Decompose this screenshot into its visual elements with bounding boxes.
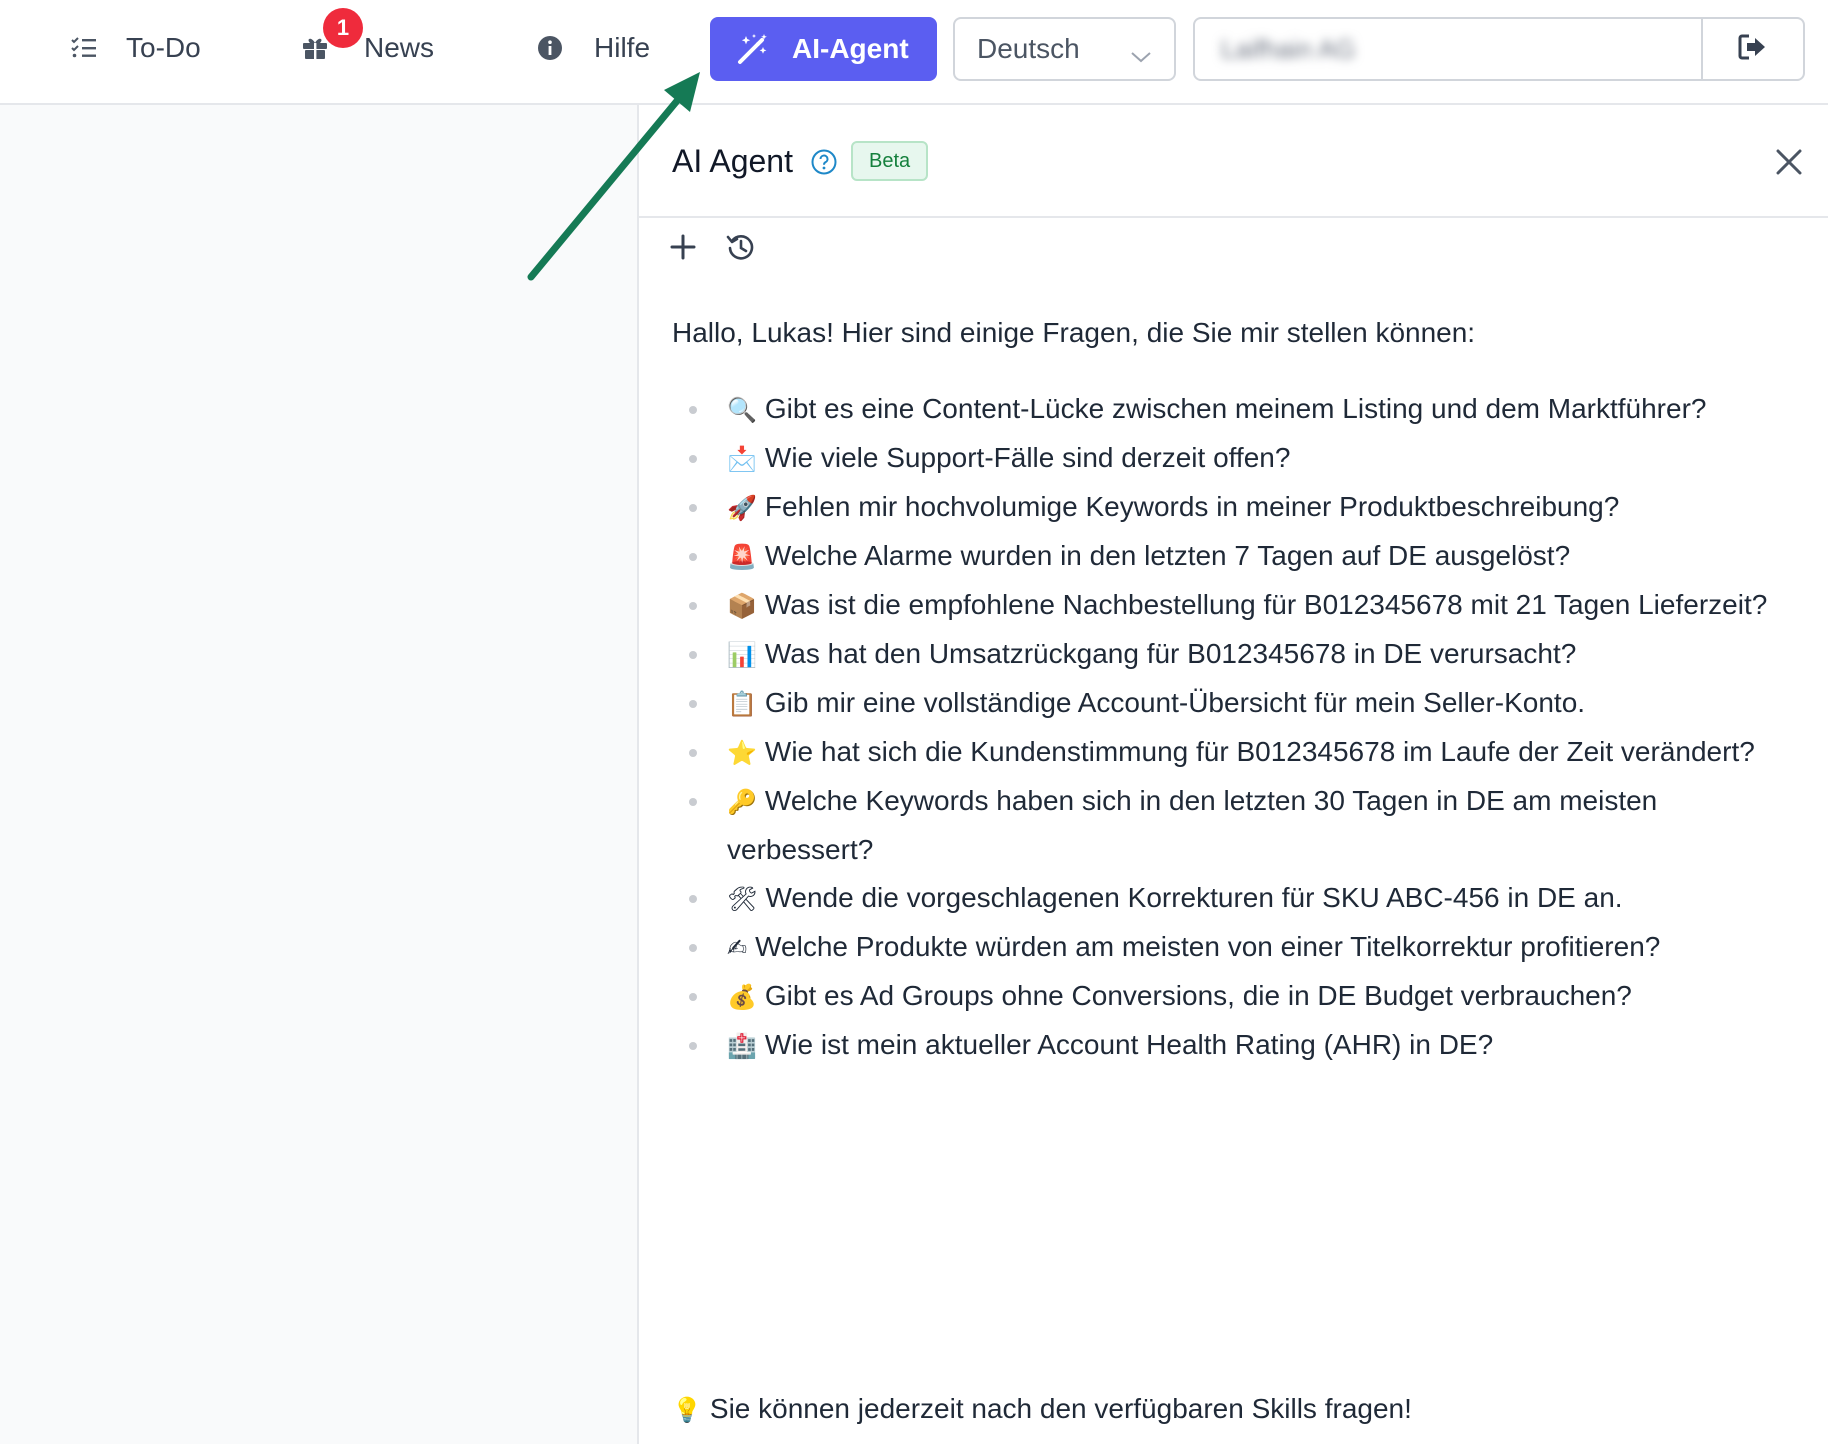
suggestion-text: Welche Alarme wurden in den letzten 7 Ta… (764, 540, 1571, 571)
magic-wand-icon (736, 32, 770, 66)
suggestion-item[interactable]: 🛠 Wende die vorgeschlagenen Korrekturen f… (639, 874, 1828, 923)
chevron-down-icon (1130, 39, 1152, 71)
suggestion-item[interactable]: 📩 Wie viele Support-Fälle sind derzeit of… (639, 434, 1828, 483)
suggestion-emoji-icon: ⭐ (727, 739, 757, 767)
history-icon (726, 235, 754, 260)
news-notification-badge: 1 (323, 8, 363, 48)
main-content-area (0, 105, 637, 1444)
greeting-text: Hallo, Lukas! Hier sind einige Fragen, d… (672, 317, 1476, 348)
suggestion-text: Gib mir eine vollständige Account-Übersi… (764, 687, 1586, 718)
suggestion-item[interactable]: 🔑 Welche Keywords haben sich in den letzt… (639, 777, 1828, 874)
suggestion-text: Gibt es eine Content-Lücke zwischen mein… (764, 393, 1707, 424)
suggestion-text: Welche Keywords haben sich in den letzte… (727, 785, 1658, 865)
new-chat-button[interactable] (665, 229, 701, 265)
language-select[interactable]: Deutsch (953, 17, 1176, 81)
history-button[interactable] (723, 229, 759, 265)
suggestion-emoji-icon: 💰 (727, 983, 757, 1011)
suggestion-emoji-icon: 🚨 (727, 543, 757, 571)
skills-tip: 💡 Sie können jederzeit nach den verfügbar… (672, 1389, 1412, 1430)
suggestion-item[interactable]: 📊 Was hat den Umsatzrückgang für B0123456… (639, 630, 1828, 679)
suggestion-emoji-icon: 🏥 (727, 1032, 757, 1060)
suggestion-emoji-icon: 🔍 (727, 396, 757, 424)
ai-agent-button[interactable]: AI-Agent (710, 17, 937, 81)
suggestion-emoji-icon: 🔑 (727, 788, 757, 816)
panel-header: AI Agent Beta (639, 105, 1828, 218)
beta-badge: Beta (851, 141, 929, 181)
suggestion-emoji-icon: 📊 (727, 641, 757, 669)
suggestion-item[interactable]: ⭐ Wie hat sich die Kundenstimmung für B01… (639, 728, 1828, 777)
suggestion-item[interactable]: ✍ Welche Produkte würden am meisten von e… (639, 923, 1828, 972)
info-icon (536, 35, 564, 61)
suggestion-item[interactable]: 🔍 Gibt es eine Content-Lücke zwischen mei… (639, 385, 1828, 434)
suggestion-emoji-icon: 🛠 (727, 885, 758, 913)
suggestion-item[interactable]: 🚀 Fehlen mir hochvolumige Keywords in mei… (639, 483, 1828, 532)
nav-hilfe-label: Hilfe (594, 32, 651, 63)
suggestion-emoji-icon: 🚀 (727, 494, 757, 522)
ai-agent-panel: AI Agent Beta Hallo, Lukas! Hier sind ei… (637, 105, 1828, 1444)
suggestion-text: Wie ist mein aktueller Account Health Ra… (764, 1029, 1494, 1060)
list-check-icon (70, 37, 98, 59)
panel-title: AI Agent (672, 143, 793, 179)
suggestion-text: Wende die vorgeschlagenen Korrekturen fü… (765, 882, 1623, 913)
suggestion-item[interactable]: 🏥 Wie ist mein aktueller Account Health R… (639, 1021, 1828, 1070)
suggestion-item[interactable]: 🚨 Welche Alarme wurden in den letzten 7 T… (639, 532, 1828, 581)
suggestion-item[interactable]: 💰 Gibt es Ad Groups ohne Conversions, die… (639, 972, 1828, 1021)
nav-news-label: News (364, 32, 435, 63)
suggestion-text: Wie viele Support-Fälle sind derzeit off… (764, 442, 1291, 473)
account-name: Laifhain AG (1221, 33, 1356, 64)
suggestion-emoji-icon: 📦 (727, 592, 757, 620)
account-selector[interactable]: Laifhain AG (1193, 17, 1805, 81)
suggestion-item[interactable]: 📦 Was ist die empfohlene Nachbestellung f… (639, 581, 1828, 630)
nav-hilfe[interactable]: Hilfe (536, 22, 650, 74)
close-icon[interactable] (1774, 147, 1804, 177)
suggestion-emoji-icon: 📋 (727, 690, 757, 718)
nav-todo[interactable]: To-Do (70, 22, 201, 74)
plus-icon (670, 234, 696, 260)
logout-icon (1738, 34, 1768, 65)
suggestion-emoji-icon: 📩 (727, 445, 757, 473)
nav-news[interactable]: News (300, 22, 434, 74)
suggestion-text: Fehlen mir hochvolumige Keywords in mein… (764, 491, 1620, 522)
gift-icon (300, 36, 330, 60)
help-icon[interactable] (811, 149, 837, 175)
skills-tip-text: Sie können jederzeit nach den verfügbare… (709, 1393, 1412, 1424)
ai-agent-button-label: AI-Agent (792, 33, 909, 64)
top-navigation-bar: To-Do News 1 Hilfe AI-Agent Deutsch Laif… (0, 0, 1828, 105)
nav-todo-label: To-Do (126, 32, 201, 63)
suggestion-text: Was ist die empfohlene Nachbestellung fü… (764, 589, 1768, 620)
suggestion-text: Wie hat sich die Kundenstimmung für B012… (764, 736, 1755, 767)
suggestion-emoji-icon: ✍ (727, 934, 748, 962)
suggestion-text: Gibt es Ad Groups ohne Conversions, die … (764, 980, 1632, 1011)
logout-button[interactable] (1701, 19, 1803, 79)
suggestion-list: 🔍 Gibt es eine Content-Lücke zwischen mei… (639, 385, 1828, 1070)
lightbulb-icon: 💡 (672, 1396, 702, 1424)
language-select-value: Deutsch (977, 33, 1080, 64)
suggestion-text: Was hat den Umsatzrückgang für B01234567… (764, 638, 1577, 669)
suggestion-item[interactable]: 📋 Gib mir eine vollständige Account-Übers… (639, 679, 1828, 728)
suggestion-text: Welche Produkte würden am meisten von ei… (755, 931, 1661, 962)
